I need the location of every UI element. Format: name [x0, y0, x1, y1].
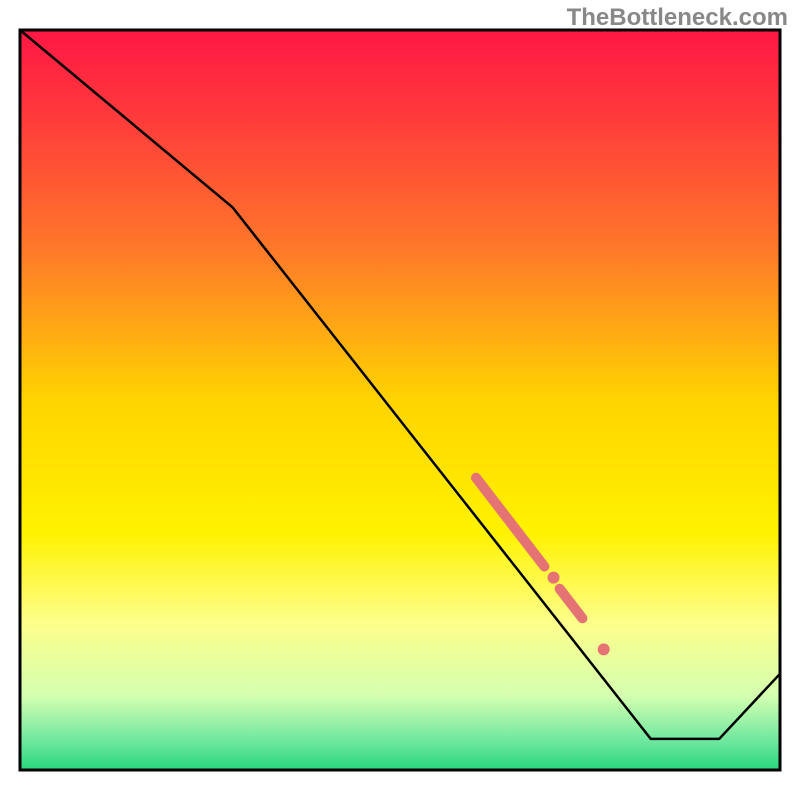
dot-1	[548, 572, 560, 584]
watermark-text: TheBottleneck.com	[567, 4, 788, 32]
chart-svg	[0, 0, 800, 800]
dot-2	[598, 643, 610, 655]
plot-background	[20, 30, 780, 770]
chart-container: TheBottleneck.com	[0, 0, 800, 800]
